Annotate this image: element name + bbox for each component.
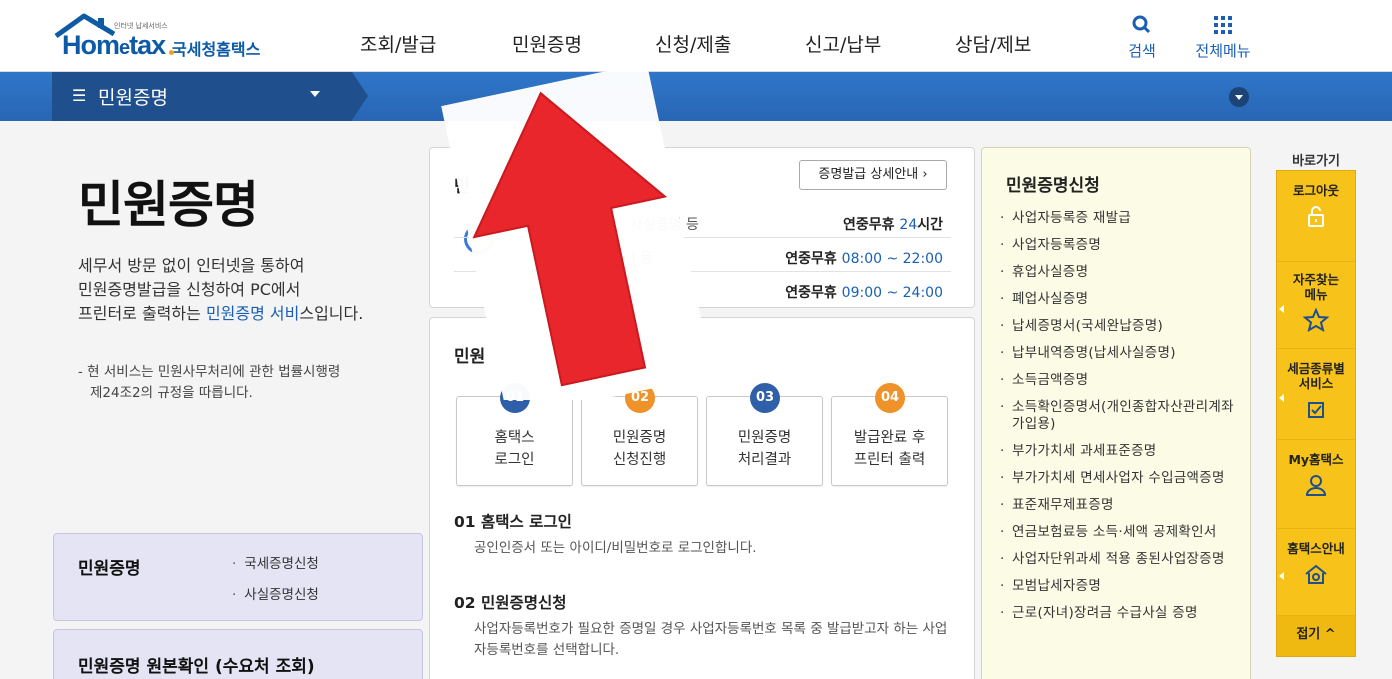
arrow-left-icon	[1279, 305, 1284, 313]
frequent-menu-button[interactable]: 자주찾는 메뉴	[1277, 262, 1355, 349]
checkbox-icon	[1308, 402, 1324, 418]
location-bar: ☰ 민원증명	[0, 72, 1392, 121]
service-hours-card: 민 증명발급 상세안내 › 사실증명 등 연중무휴 24시간 ] 등 연중무휴 …	[429, 147, 975, 308]
step-print: 04 발급완료 후 프린터 출력	[831, 383, 948, 486]
process-steps-title: 민원	[454, 347, 486, 367]
step-number-badge: 03	[750, 383, 780, 413]
original-check-box[interactable]: 민원증명 원본확인 (수요처 조회)	[53, 629, 423, 679]
tax-service-button[interactable]: 세금종류별 서비스	[1277, 349, 1355, 440]
link-fact-certificate[interactable]: 사실증명신청	[232, 583, 319, 603]
nav-application[interactable]: 신청/제출	[655, 30, 731, 57]
step-result: 03 민원증명 처리결과	[706, 383, 823, 486]
list-item[interactable]: 소득확인증명서(개인종합자산관리계좌 가입용)	[1000, 399, 1240, 433]
hometax-guide-button[interactable]: 홈택스안내	[1277, 529, 1355, 616]
list-item[interactable]: 납부내역증명(납세사실증명)	[1000, 345, 1240, 362]
list-item[interactable]: 부가가치세 과세표준증명	[1000, 443, 1240, 460]
step-login: 01 홈택스 로그인	[456, 383, 573, 486]
list-item[interactable]: 부가가치세 면세사업자 수입금액증명	[1000, 470, 1240, 487]
nav-inquiry[interactable]: 조회/발급	[360, 30, 436, 57]
section-login-title: 01 홈택스 로그인	[454, 513, 572, 531]
top-header: 인터넷 납세서비스 Hometax 국세청홈택스 조회/발급 민원증명 신청/제…	[0, 0, 1392, 72]
step-number-badge: 04	[875, 383, 905, 413]
location-label: 민원증명	[98, 87, 168, 109]
nav-report-payment[interactable]: 신고/납부	[805, 30, 881, 57]
original-check-title: 민원증명 원본확인 (수요처 조회)	[78, 657, 315, 677]
civil-certificate-box-title: 민원증명	[78, 559, 141, 579]
step-number-badge: 01	[500, 383, 530, 413]
step-number-badge: 02	[625, 383, 655, 413]
certificate-list: 사업자등록증 재발급 사업자등록증명 휴업사실증명 폐업사실증명 납세증명서(국…	[1000, 210, 1240, 632]
all-menu-label: 전체메뉴	[1195, 42, 1251, 60]
caret-down-icon	[310, 91, 320, 97]
arrow-left-icon	[1279, 572, 1284, 580]
page-description: 세무서 방문 없이 인터넷을 통하여 민원증명발급을 신청하여 PC에서 프린터…	[78, 256, 364, 323]
hamburger-icon: ☰	[72, 86, 87, 105]
location-dropdown[interactable]: ☰ 민원증명	[52, 72, 368, 121]
search-button[interactable]: 검색	[1124, 14, 1160, 61]
logo-korean: 국세청홈택스	[172, 40, 261, 59]
all-menu-button[interactable]: 전체메뉴	[1188, 14, 1258, 61]
quick-links-bar: 로그아웃 자주찾는 메뉴 세금종류별 서비스 My홈택스 홈택스안내 접기 ^	[1276, 170, 1356, 657]
list-item[interactable]: 모범납세자증명	[1000, 578, 1240, 595]
list-item[interactable]: 표준재무제표증명	[1000, 497, 1240, 514]
certificate-application-title: 민원증명신청	[1006, 176, 1100, 196]
list-item[interactable]: 사업자단위과세 적용 종된사업장증명	[1000, 551, 1240, 568]
hours-row: 연중무휴 09:00 ~ 24:00	[785, 285, 943, 301]
legal-note: - 현 서비스는 민원사무처리에 관한 법률시행령 제24조2의 규정을 따릅니…	[78, 364, 341, 401]
link-national-tax-certificate[interactable]: 국세증명신청	[232, 552, 319, 572]
hours-row: 사실증명 등 연중무휴 24시간	[454, 206, 951, 238]
list-item[interactable]: 휴업사실증명	[1000, 264, 1240, 281]
list-item[interactable]: 사업자등록증명	[1000, 237, 1240, 254]
expand-circle-icon[interactable]	[1229, 87, 1249, 107]
list-item[interactable]: 폐업사실증명	[1000, 291, 1240, 308]
service-hours-title: 민	[454, 177, 470, 197]
certificate-application-panel: 민원증명신청 사업자등록증 재발급 사업자등록증명 휴업사실증명 폐업사실증명 …	[981, 147, 1251, 679]
list-item[interactable]: 소득금액증명	[1000, 372, 1240, 389]
civil-certificate-box: 민원증명 국세증명신청 사실증명신청	[53, 533, 423, 621]
home-guide-icon	[1305, 564, 1327, 584]
arrow-left-icon	[1279, 394, 1284, 402]
user-icon	[1305, 475, 1327, 496]
search-label: 검색	[1128, 42, 1156, 60]
collapse-button[interactable]: 접기 ^	[1277, 616, 1355, 656]
certificate-detail-button[interactable]: 증명발급 상세안내 ›	[799, 160, 947, 190]
list-item[interactable]: 납세증명서(국세완납증명)	[1000, 318, 1240, 335]
star-icon	[1303, 308, 1329, 332]
section-apply-text: 사업자등록번호가 필요한 증명일 경우 사업자등록번호 목록 중 발급받고자 하…	[474, 621, 948, 658]
list-item[interactable]: 연금보험료등 소득·세액 공제확인서	[1000, 524, 1240, 541]
hometax-logo[interactable]: 인터넷 납세서비스 Hometax 국세청홈택스	[52, 12, 282, 62]
nav-consult[interactable]: 상담/제보	[955, 30, 1031, 57]
unlock-icon	[1308, 206, 1324, 227]
page-title: 민원증명	[78, 176, 259, 234]
process-steps-card: 민원 01 홈택스 로그인 02 민원증명 신청진행 03 민원증명 처리결과 04 …	[429, 317, 975, 679]
list-item[interactable]: 사업자등록증 재발급	[1000, 210, 1240, 227]
hours-row: ] 등 연중무휴 08:00 ~ 22:00	[454, 240, 951, 272]
section-login-text: 공인인증서 또는 아이디/비밀번호로 로그인합니다.	[474, 540, 757, 556]
section-apply-title: 02 민원증명신청	[454, 594, 567, 612]
my-hometax-button[interactable]: My홈택스	[1277, 440, 1355, 529]
search-icon	[1132, 15, 1151, 34]
quick-links-title: 바로가기	[1292, 154, 1340, 169]
logo-wordmark: Hometax	[62, 30, 166, 60]
grid-menu-icon	[1214, 16, 1232, 34]
nav-civil-certificate[interactable]: 민원증명	[512, 30, 582, 57]
logout-button[interactable]: 로그아웃	[1277, 171, 1355, 262]
step-apply: 02 민원증명 신청진행	[581, 383, 698, 486]
list-item[interactable]: 근로(자녀)장려금 수급사실 증명	[1000, 605, 1240, 622]
